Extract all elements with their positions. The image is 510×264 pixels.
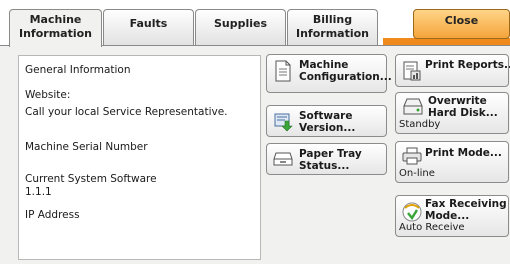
report-icon <box>402 61 422 84</box>
machine-information-panel: General Information Website: Call your l… <box>0 45 510 264</box>
overwrite-status: Standby <box>399 119 441 130</box>
button-label-line2: Status... <box>299 160 350 172</box>
serial-number-label: Machine Serial Number <box>25 141 148 153</box>
button-label: Print Mode... <box>425 147 502 159</box>
information-box: General Information Website: Call your l… <box>18 55 261 260</box>
button-label-line1: Machine <box>299 59 349 71</box>
website-value: Call your local Service Representative. <box>25 106 228 118</box>
software-version-button[interactable]: Software Version... <box>266 105 387 137</box>
button-label-line1: Paper Tray <box>299 148 362 160</box>
tab-label-line2: Information <box>296 27 369 40</box>
paper-tray-icon <box>273 151 293 170</box>
machine-configuration-button[interactable]: Machine Configuration... <box>266 54 392 93</box>
overwrite-hard-disk-button[interactable]: Overwrite Hard Disk... Standby <box>395 92 509 134</box>
button-label-line1: Fax Receiving <box>425 198 507 210</box>
button-label-line1: Software <box>299 110 353 122</box>
system-software-value: 1.1.1 <box>25 186 52 198</box>
hard-disk-icon <box>402 98 424 119</box>
paper-tray-status-button[interactable]: Paper Tray Status... <box>266 143 387 175</box>
website-label: Website: <box>25 89 71 101</box>
tab-label-line1: Billing <box>312 13 353 26</box>
tab-machine-information[interactable]: Machine Information <box>9 9 102 47</box>
print-mode-button[interactable]: Print Mode... On-line <box>395 141 509 183</box>
printer-icon <box>402 147 422 168</box>
fax-receiving-status: Auto Receive <box>399 222 465 233</box>
button-label-line2: Version... <box>299 122 356 134</box>
tab-label: Faults <box>129 17 168 30</box>
print-mode-status: On-line <box>399 168 435 179</box>
button-label-line1: Overwrite <box>428 95 487 107</box>
close-button[interactable]: Close <box>413 9 510 39</box>
general-information-heading: General Information <box>25 64 131 76</box>
tab-label: Supplies <box>213 17 268 30</box>
button-label-line2: Hard Disk... <box>428 107 498 119</box>
fax-receiving-mode-button[interactable]: Fax Receiving Mode... Auto Receive <box>395 195 509 237</box>
tab-faults[interactable]: Faults <box>103 9 194 45</box>
tab-label-line2: Information <box>19 27 92 40</box>
tab-billing-information[interactable]: Billing Information <box>287 9 378 45</box>
button-label: Print Reports... <box>425 59 510 71</box>
tab-bar: Machine Information Faults Supplies Bill… <box>0 0 510 47</box>
tab-label-line1: Machine <box>29 13 82 26</box>
print-reports-button[interactable]: Print Reports... <box>395 54 510 87</box>
button-label-line2: Configuration... <box>299 71 392 83</box>
tab-supplies[interactable]: Supplies <box>195 9 286 45</box>
button-label-line2: Mode... <box>425 210 470 222</box>
document-icon <box>274 60 292 85</box>
software-update-icon <box>274 112 294 135</box>
ip-address-label: IP Address <box>25 209 80 221</box>
system-software-label: Current System Software <box>25 173 157 185</box>
